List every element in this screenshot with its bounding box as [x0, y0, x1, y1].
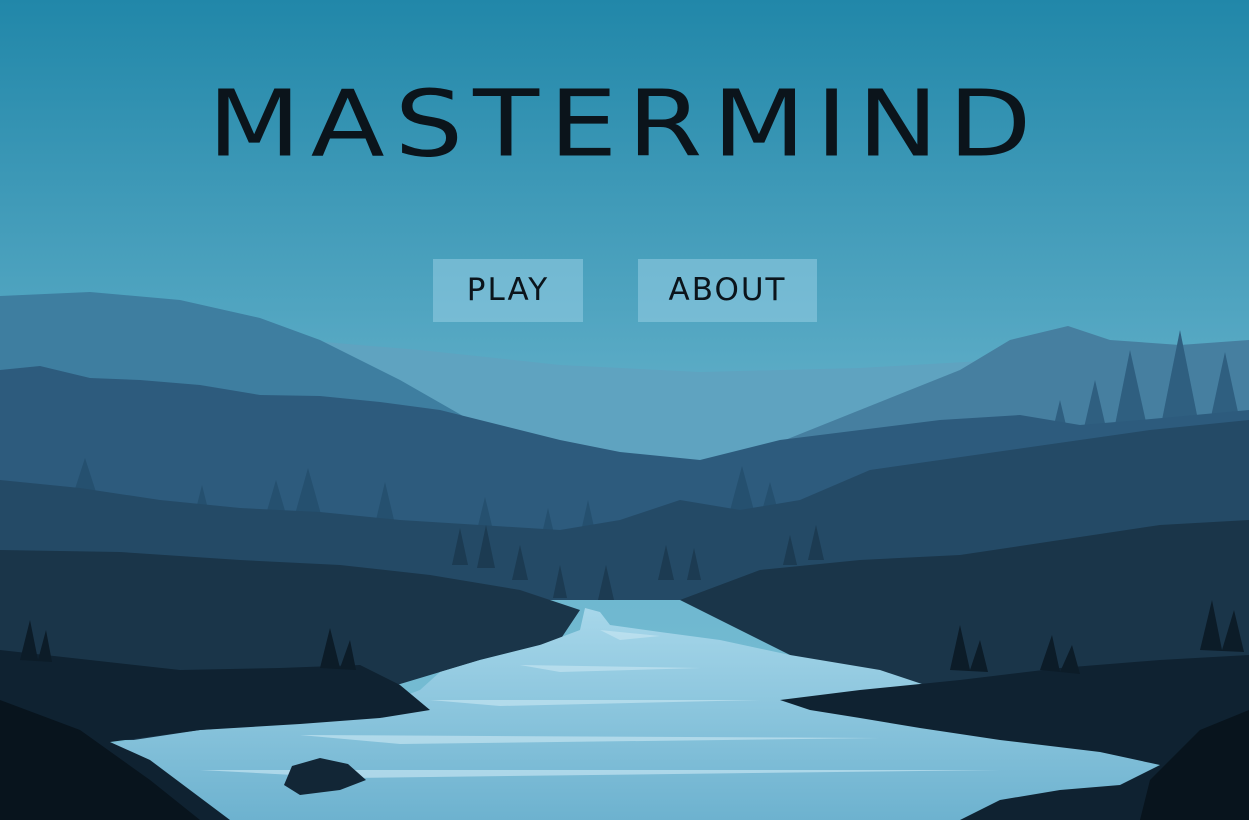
game-menu-screen: MASTERMIND PLAY ABOUT [0, 0, 1249, 820]
play-button[interactable]: PLAY [433, 259, 583, 322]
game-title: MASTERMIND [207, 71, 1042, 178]
about-button[interactable]: ABOUT [638, 259, 817, 322]
